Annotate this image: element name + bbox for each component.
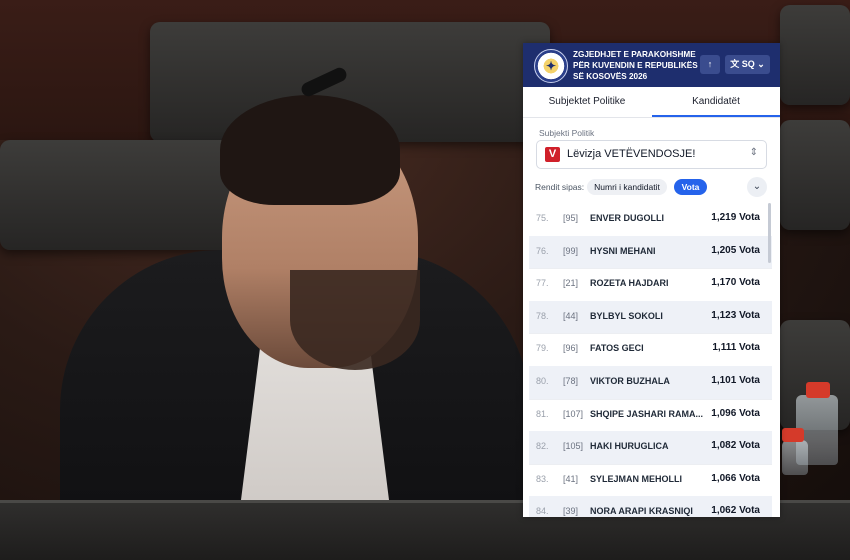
candidate-number: [39] (563, 506, 579, 517)
candidate-rank: 76. (536, 245, 549, 256)
candidate-rank: 75. (536, 213, 549, 223)
candidate-votes: 1,062 Vota (711, 505, 760, 517)
candidate-number: [107] (563, 408, 584, 419)
candidate-votes: 1,123 Vota (711, 309, 760, 321)
candidate-row[interactable]: 84. [39] NORA ARAPI KRASNIQI 1,062 Vota (529, 496, 772, 517)
list-scrollbar[interactable] (768, 203, 771, 263)
candidate-votes: 1,205 Vota (711, 244, 760, 256)
language-selector[interactable]: 文 SQ ⌄ (725, 55, 770, 74)
candidate-rank: 80. (536, 376, 549, 386)
candidate-name: NORA ARAPI KRASNIQI (590, 506, 693, 517)
tab-candidates[interactable]: Kandidatët (652, 87, 780, 117)
language-label: SQ (741, 59, 755, 69)
candidate-votes: 1,101 Vota (711, 375, 760, 386)
candidate-name: BYLBYL SOKOLI (590, 310, 663, 321)
bottle-cap (806, 382, 830, 398)
candidate-row[interactable]: 78. [44] BYLBYL SOKOLI 1,123 Vota (529, 300, 772, 335)
candidate-rank: 81. (536, 408, 549, 419)
person-beard (290, 270, 420, 370)
candidate-row[interactable]: 83. [41] SYLEJMAN MEHOLLI 1,066 Vota (529, 464, 772, 498)
person-hair (220, 95, 400, 205)
translate-icon: 文 (730, 59, 740, 69)
candidate-number: [99] (563, 245, 579, 256)
candidate-name: FATOS GECI (590, 343, 644, 354)
bottle-cap (782, 428, 804, 442)
logo-emblem-icon: ✦ (545, 59, 557, 73)
candidate-name: ENVER DUGOLLI (590, 213, 665, 223)
candidate-number: [78] (563, 376, 579, 386)
candidate-row[interactable]: 80. [78] VIKTOR BUZHALA 1,101 Vota (529, 366, 772, 400)
expand-button[interactable]: ⌄ (747, 177, 767, 197)
tab-political-subjects[interactable]: Subjektet Politike (523, 87, 651, 117)
candidate-name: ROZETA HAJDARI (590, 278, 669, 289)
party-select-value: Lëvizja VETËVENDOSJE! (567, 148, 696, 160)
candidate-number: [41] (563, 473, 579, 484)
candidate-number: [96] (563, 343, 579, 354)
candidate-row[interactable]: 79. [96] FATOS GECI 1,111 Vota (529, 333, 772, 367)
candidate-list: 75. [95] ENVER DUGOLLI 1,219 Vota 76. [9… (529, 203, 772, 517)
sort-label: Rendit sipas: (535, 182, 585, 192)
scroll-up-button[interactable]: ↑ (700, 55, 720, 74)
candidate-name: VIKTOR BUZHALA (590, 376, 670, 386)
candidate-row[interactable]: 75. [95] ENVER DUGOLLI 1,219 Vota (529, 203, 772, 237)
candidate-votes: 1,066 Vota (711, 472, 760, 484)
candidate-row[interactable]: 76. [99] HYSNI MEHANI 1,205 Vota (529, 235, 772, 270)
chevron-down-icon: ⌄ (757, 59, 765, 69)
candidate-votes: 1,170 Vota (711, 277, 760, 289)
candidate-votes: 1,111 Vota (712, 342, 760, 354)
candidate-rank: 77. (536, 278, 549, 289)
chevron-down-icon: ⌄ (752, 181, 762, 192)
candidate-name: HAKI HURUGLICA (590, 441, 669, 452)
candidate-rank: 79. (536, 343, 549, 354)
arrow-up-icon: ↑ (707, 59, 713, 69)
water-bottle (782, 440, 808, 475)
candidate-number: [21] (563, 278, 579, 289)
candidate-name: SYLEJMAN MEHOLLI (590, 473, 683, 484)
candidate-votes: 1,082 Vota (711, 440, 760, 452)
party-select[interactable]: V Lëvizja VETËVENDOSJE! ⇕ (536, 140, 767, 169)
sort-toggle-icon: ⇕ (749, 147, 758, 158)
candidate-row[interactable]: 82. [105] HAKI HURUGLICA 1,082 Vota (529, 431, 772, 465)
candidate-number: [95] (563, 213, 579, 223)
candidate-row[interactable]: 77. [21] ROZETA HAJDARI 1,170 Vota (529, 268, 772, 302)
chair-back (780, 5, 850, 105)
chair-back (780, 120, 850, 230)
candidate-votes: 1,096 Vota (711, 407, 760, 419)
commission-logo: ✦ (534, 49, 568, 83)
candidate-name: HYSNI MEHANI (590, 245, 656, 256)
candidate-number: [44] (563, 310, 579, 321)
candidate-number: [105] (563, 441, 584, 452)
party-logo-icon: V (545, 147, 560, 162)
candidate-rank: 83. (536, 473, 549, 484)
app-header: ✦ ZGJEDHJET E PARAKOHSHME PËR KUVENDIN E… (523, 43, 780, 87)
candidate-rank: 78. (536, 310, 549, 321)
sort-by-number-button[interactable]: Numri i kandidatit (587, 179, 667, 195)
candidate-rank: 84. (536, 506, 549, 517)
app-title: ZGJEDHJET E PARAKOHSHME PËR KUVENDIN E R… (573, 50, 698, 81)
candidate-name: SHQIPE JASHARI RAMA... (590, 408, 704, 419)
election-results-panel: ✦ ZGJEDHJET E PARAKOHSHME PËR KUVENDIN E… (523, 43, 780, 517)
sort-bar: Rendit sipas: Numri i kandidatit Vota ⌄ (523, 176, 780, 198)
sort-by-votes-button[interactable]: Vota (674, 179, 707, 195)
candidate-row[interactable]: 81. [107] SHQIPE JASHARI RAMA... 1,096 V… (529, 399, 772, 433)
candidate-rank: 82. (536, 441, 549, 452)
candidate-votes: 1,219 Vota (711, 212, 760, 223)
party-select-label: Subjekti Politik (539, 128, 595, 138)
tab-bar: Subjektet Politike Kandidatët (523, 87, 780, 118)
